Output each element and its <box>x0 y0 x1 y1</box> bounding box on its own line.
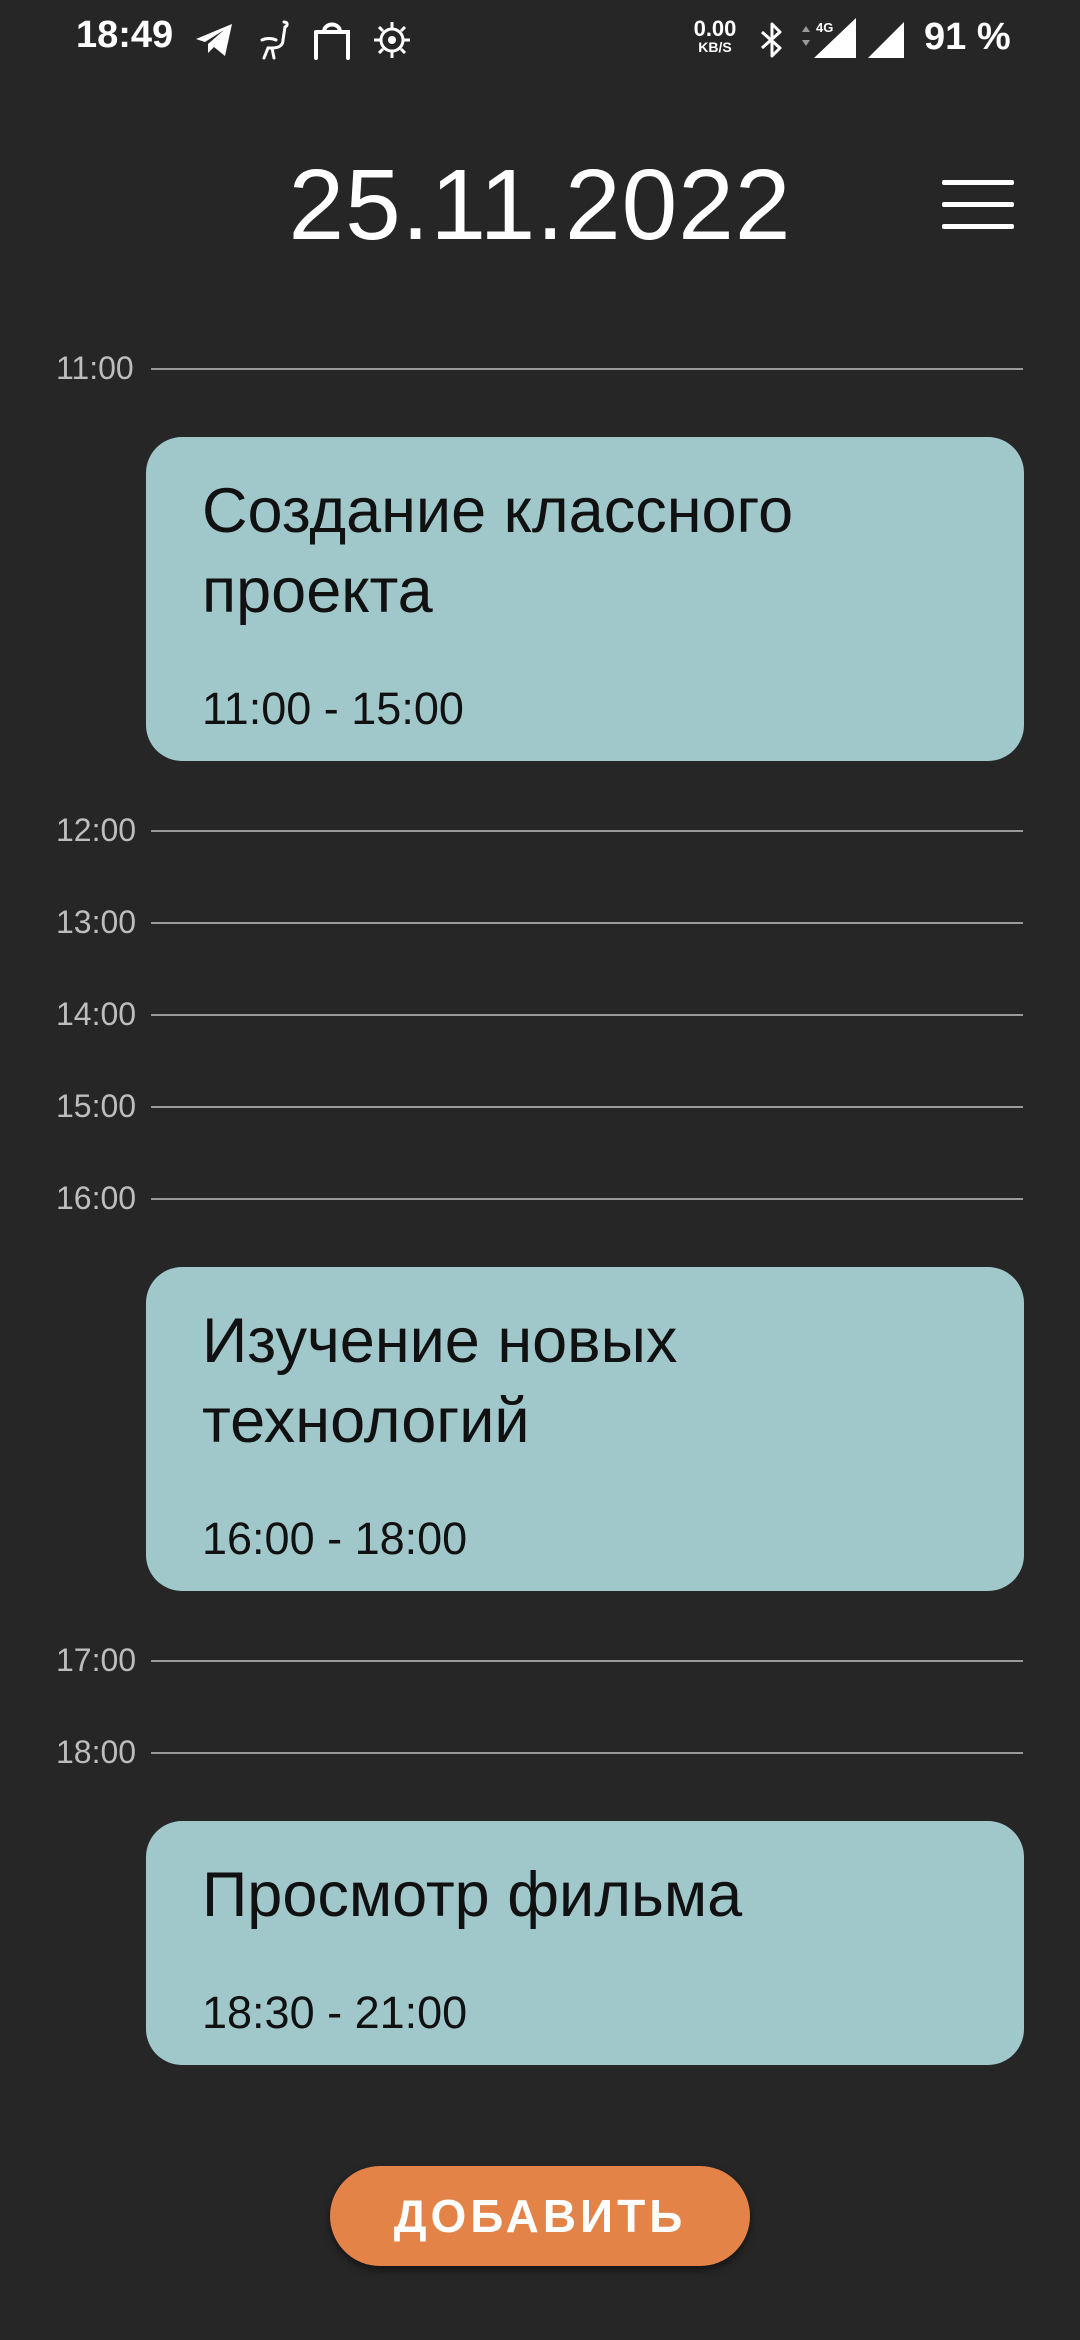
telegram-icon <box>192 18 236 62</box>
hour-divider <box>151 922 1023 924</box>
event-time: 11:00 - 15:00 <box>202 683 464 734</box>
hamburger-menu-icon[interactable] <box>940 178 1016 232</box>
battery-level: 91 % <box>924 16 1011 58</box>
event-card[interactable]: Просмотр фильма 18:30 - 21:00 <box>146 1821 1024 2065</box>
hour-divider <box>151 1106 1023 1108</box>
hour-row: 14:00 <box>0 994 1080 1034</box>
hour-row: 11:00 <box>0 348 1080 388</box>
hour-label: 13:00 <box>56 904 137 940</box>
gear-bug-icon <box>370 18 414 62</box>
shopping-bag-icon <box>310 18 354 62</box>
hour-label: 12:00 <box>56 812 137 848</box>
add-event-button[interactable]: ДОБАВИТЬ <box>330 2166 750 2266</box>
event-title: Создание классного проекта <box>202 476 794 626</box>
hour-divider <box>151 1752 1023 1754</box>
hour-divider <box>151 368 1023 370</box>
event-card[interactable]: Изучение новых технологий 16:00 - 18:00 <box>146 1267 1024 1591</box>
hour-label: 14:00 <box>56 996 137 1032</box>
network-speed: 0.00 KB/S <box>693 16 737 55</box>
event-card[interactable]: Создание классного проекта 11:00 - 15:00 <box>146 437 1024 761</box>
event-title: Просмотр фильма <box>202 1860 743 1930</box>
hour-divider <box>151 830 1023 832</box>
network-type: 4G <box>816 20 833 35</box>
status-time: 18:49 <box>76 14 174 56</box>
hour-divider <box>151 1014 1023 1016</box>
status-bar: 18:49 0.00 KB/S 4G 91 % <box>0 0 1080 80</box>
event-title: Изучение новых технологий <box>202 1306 678 1456</box>
hour-row: 18:00 <box>0 1732 1080 1772</box>
hour-row: 16:00 <box>0 1178 1080 1218</box>
hour-label: 18:00 <box>56 1734 137 1770</box>
hour-label: 11:00 <box>56 350 134 386</box>
hour-row: 13:00 <box>0 902 1080 942</box>
bluetooth-icon <box>750 18 794 62</box>
wifi-signal-icon <box>864 18 908 62</box>
hour-divider <box>151 1660 1023 1662</box>
hour-row: 12:00 <box>0 810 1080 850</box>
ostrich-icon <box>254 18 298 62</box>
hour-label: 15:00 <box>56 1088 137 1124</box>
hour-divider <box>151 1198 1023 1200</box>
hour-label: 16:00 <box>56 1180 137 1216</box>
hour-row: 17:00 <box>0 1640 1080 1680</box>
event-time: 16:00 - 18:00 <box>202 1513 468 1564</box>
cellular-signal-4g-icon: 4G <box>800 18 860 62</box>
event-time: 18:30 - 21:00 <box>202 1987 468 2038</box>
hour-label: 17:00 <box>56 1642 137 1678</box>
hour-row: 15:00 <box>0 1086 1080 1126</box>
page-title-date: 25.11.2022 <box>288 149 792 261</box>
